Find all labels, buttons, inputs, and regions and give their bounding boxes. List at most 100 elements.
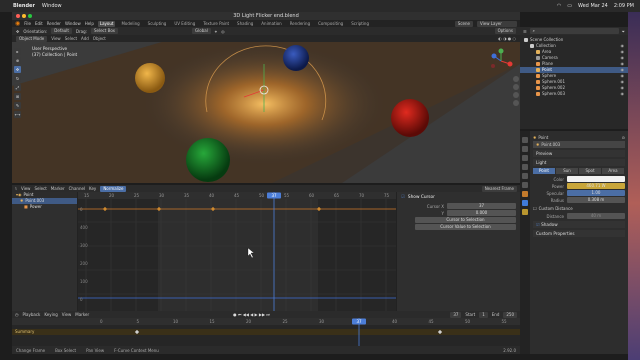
tab-compositing[interactable]: Compositing	[316, 21, 345, 27]
object-menu[interactable]: Object	[93, 36, 106, 41]
tab-sculpting[interactable]: Sculpting	[146, 21, 169, 27]
checkbox-icon[interactable]: ☐	[533, 206, 537, 211]
pin-icon[interactable]: ⊙	[622, 135, 625, 140]
tab-shading[interactable]: Shading	[235, 21, 255, 27]
tab-modeling[interactable]: Modeling	[119, 21, 141, 27]
checkbox-icon[interactable]: ☑	[401, 195, 405, 200]
editor-type-icon[interactable]: ⌇	[15, 186, 17, 191]
pan-icon[interactable]	[513, 84, 519, 90]
annotate-tool-icon[interactable]: ✎	[14, 102, 21, 109]
timeline-view-menu[interactable]: View	[62, 312, 72, 317]
window-menu[interactable]: Window	[42, 3, 62, 9]
end-frame-field[interactable]: 250	[503, 311, 517, 318]
light-color-field[interactable]: Color	[533, 176, 625, 182]
graph-editor[interactable]: ▾◉ Point ✹ Point.003 ■ Power 15 20 25 30 35 40 45…	[12, 192, 396, 311]
drag-dropdown[interactable]: Select Box	[90, 28, 119, 34]
tab-texture-paint[interactable]: Texture Paint	[201, 21, 231, 27]
fcurve-area[interactable]: 15 20 25 30 35 40 45 50 55 60 65 70 75 37 0400300200…	[78, 192, 396, 311]
mode-dropdown[interactable]: Object Mode	[16, 35, 48, 42]
light-radius-field[interactable]: Radius 0.308 m	[533, 197, 625, 203]
minimize-window-button[interactable]	[22, 14, 26, 18]
object-tab-icon[interactable]	[522, 191, 528, 197]
visibility-eye-icon[interactable]: ◉	[621, 91, 625, 97]
tool-tab-icon[interactable]	[522, 137, 528, 143]
cursor-y-field[interactable]: Y 0.000	[401, 210, 516, 216]
show-cursor-panel[interactable]: ☑ Show Cursor	[401, 195, 516, 200]
shadow-panel[interactable]: ☑ Shadow	[533, 221, 625, 228]
transform-tool-icon[interactable]: ⊞	[14, 93, 21, 100]
tab-uv-editing[interactable]: UV Editing	[172, 21, 197, 27]
checkbox-icon[interactable]: ☑	[536, 222, 540, 227]
select-menu[interactable]: Select	[65, 36, 77, 41]
orientation-dropdown[interactable]: Default	[51, 28, 72, 34]
light-power-field[interactable]: Power 460.71 W	[533, 183, 625, 189]
preview-panel[interactable]: Preview	[533, 150, 625, 157]
menu-help[interactable]: Help	[85, 21, 94, 26]
start-frame-field[interactable]: 1	[479, 311, 488, 318]
custom-distance-panel[interactable]: ☐ Custom Distance	[533, 205, 625, 212]
navigation-gizmo-icon[interactable]	[488, 48, 514, 74]
move-tool-icon[interactable]: ✥	[14, 66, 21, 73]
view-menu[interactable]: View	[51, 36, 61, 41]
timeline-marker-menu[interactable]: Marker	[75, 312, 89, 317]
distance-field[interactable]: Distance 40 m	[533, 213, 625, 219]
outliner-row[interactable]: Sphere.003 ◉	[520, 91, 628, 97]
tab-layout[interactable]: Layout	[97, 20, 116, 27]
graph-view-menu[interactable]: View	[21, 186, 31, 191]
light-type-sun[interactable]: Sun	[556, 168, 579, 174]
world-tab-icon[interactable]	[522, 182, 528, 188]
graph-key-menu[interactable]: Key	[89, 186, 96, 191]
light-datablock-field[interactable]: ✹ Point.003	[533, 141, 625, 148]
outliner-search[interactable]: ⌕	[529, 28, 619, 34]
3d-viewport[interactable]: ▸ ⊕ ✥ ↻ ⤢ ⊞ ✎ ⟷ User Perspective (37) Co…	[12, 42, 520, 183]
cursor-x-field[interactable]: Cursor X 37	[401, 203, 516, 209]
light-type-spot[interactable]: Spot	[579, 168, 602, 174]
keying-menu[interactable]: Keying	[44, 312, 57, 317]
snap-icon[interactable]: ⌖	[215, 29, 217, 34]
channel-row[interactable]: ■ Power	[12, 204, 77, 210]
light-panel[interactable]: Light	[533, 159, 625, 166]
light-specular-field[interactable]: Specular 1.00	[533, 190, 625, 196]
cursor-tool-icon[interactable]: ⊕	[14, 57, 21, 64]
view-layer-selector[interactable]: View Layer	[477, 20, 517, 27]
wifi-icon[interactable]: ◠	[557, 3, 561, 9]
menu-file[interactable]: File	[24, 21, 31, 26]
graph-marker-menu[interactable]: Marker	[51, 186, 65, 191]
graph-select-menu[interactable]: Select	[34, 186, 46, 191]
timeline[interactable]: 0510152025303540455055 37 Summary	[12, 318, 520, 346]
light-type-area[interactable]: Area	[602, 168, 625, 174]
transform-orientation-dropdown[interactable]: Global	[192, 28, 211, 34]
view-layer-tab-icon[interactable]	[522, 164, 528, 170]
menu-edit[interactable]: Edit	[35, 21, 43, 26]
outliner-editor-icon[interactable]: ☰	[523, 29, 527, 34]
output-tab-icon[interactable]	[522, 155, 528, 161]
custom-properties-panel[interactable]: Custom Properties	[533, 230, 625, 237]
menu-window[interactable]: Window	[65, 21, 81, 26]
rotate-tool-icon[interactable]: ↻	[14, 75, 21, 82]
options-dropdown[interactable]: Options	[494, 28, 516, 34]
measure-tool-icon[interactable]: ⟷	[14, 111, 21, 118]
filter-icon[interactable]: ⏷	[622, 29, 625, 34]
render-tab-icon[interactable]	[522, 146, 528, 152]
transform-icon[interactable]: ✥	[16, 29, 19, 34]
close-window-button[interactable]	[16, 14, 20, 18]
playback-menu[interactable]: Playback	[23, 312, 41, 317]
physics-tab-icon[interactable]	[522, 200, 528, 206]
proportional-icon[interactable]: ◎	[221, 29, 225, 34]
ortho-toggle-icon[interactable]	[513, 100, 519, 106]
scene-selector[interactable]: Scene	[454, 20, 473, 27]
graph-channel-menu[interactable]: Channel	[69, 186, 85, 191]
timeline-editor-icon[interactable]: ◷	[15, 312, 19, 317]
tab-rendering[interactable]: Rendering	[288, 21, 312, 27]
tab-scripting[interactable]: Scripting	[349, 21, 371, 27]
camera-view-icon[interactable]	[513, 92, 519, 98]
scene-tab-icon[interactable]	[522, 173, 528, 179]
playback-controls-icon[interactable]: ● ⏮ ◀◀ ◀ ▶ ▶▶ ⏭	[233, 312, 270, 317]
summary-channel[interactable]: Summary	[15, 329, 34, 334]
timeline-area[interactable]: 0510152025303540455055 37	[12, 318, 520, 346]
cursor-value-to-selection-button[interactable]: Cursor Value to Selection	[415, 224, 516, 230]
light-data-tab-icon[interactable]	[522, 209, 528, 215]
cursor-to-selection-button[interactable]: Cursor to Selection	[415, 217, 516, 223]
add-menu[interactable]: Add	[81, 36, 89, 41]
zoom-icon[interactable]	[513, 76, 519, 82]
